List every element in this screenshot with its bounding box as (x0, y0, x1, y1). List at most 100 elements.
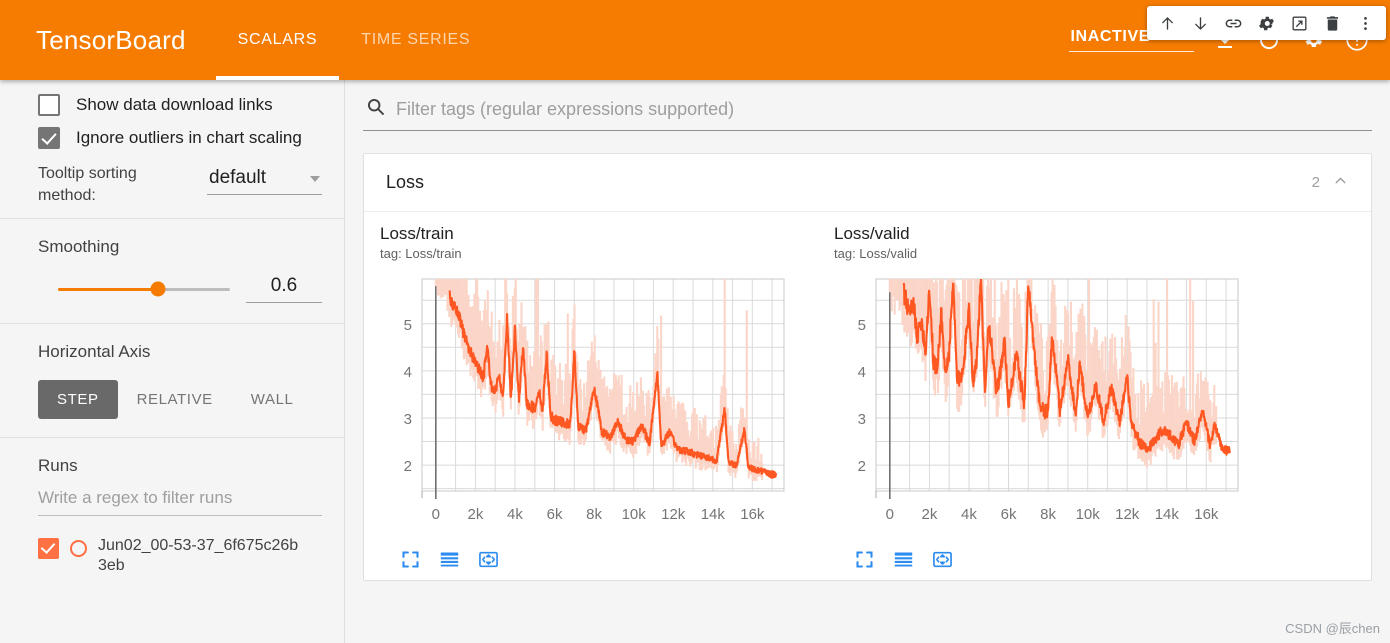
scalar-group-card: Loss 2 Loss/train tag: Loss/train 2 3 4 … (363, 153, 1372, 581)
smoothing-value-input[interactable]: 0.6 (246, 275, 322, 304)
checkbox-box[interactable] (38, 127, 60, 149)
svg-text:16k: 16k (740, 506, 765, 523)
svg-text:4k: 4k (961, 506, 977, 523)
svg-text:10k: 10k (1076, 506, 1101, 523)
chart-title: Loss/valid (834, 224, 910, 243)
svg-text:4k: 4k (507, 506, 523, 523)
run-checkbox[interactable] (38, 538, 59, 560)
data-table-icon[interactable] (893, 549, 914, 570)
chart-actions (834, 541, 1274, 570)
gear-icon[interactable] (1250, 8, 1283, 38)
svg-text:8k: 8k (586, 506, 602, 523)
svg-text:2: 2 (858, 458, 866, 475)
svg-text:16k: 16k (1194, 506, 1219, 523)
chart-tag: tag: Loss/valid (834, 246, 918, 261)
smoothing-block: Smoothing 0.6 (0, 219, 344, 323)
chart-plot-area[interactable]: 2 3 4 5 0 2k 4k 6k 8k 10k 12k 14k 16k (834, 271, 1274, 541)
charts-row: Loss/train tag: Loss/train 2 3 4 5 0 2k 4k 6k 8k… (364, 212, 1371, 580)
svg-text:2: 2 (404, 458, 412, 475)
tab-scalars-label: SCALARS (237, 31, 318, 48)
trash-icon[interactable] (1316, 8, 1349, 38)
checkbox-box[interactable] (38, 94, 60, 116)
tag-filter-bar[interactable]: Filter tags (regular expressions support… (363, 94, 1372, 131)
tab-scalars[interactable]: SCALARS (215, 0, 340, 80)
card-chart-count: 2 (1311, 174, 1320, 191)
arrow-down-icon[interactable] (1184, 8, 1217, 38)
horizontal-axis-title: Horizontal Axis (38, 342, 151, 362)
svg-text:12k: 12k (1115, 506, 1140, 523)
chevron-up-icon[interactable] (1332, 172, 1349, 193)
chart-title: Loss/train (380, 224, 454, 243)
expand-icon[interactable] (400, 549, 421, 570)
card-title: Loss (386, 172, 425, 192)
tooltip-sorting-row: Tooltip sorting method: default (38, 163, 322, 206)
hax-button-step[interactable]: STEP (38, 380, 118, 420)
svg-text:0: 0 (886, 506, 894, 523)
svg-text:12k: 12k (661, 506, 686, 523)
list-item[interactable]: Jun02_00-53-37_6f675c26b3eb (38, 536, 322, 576)
svg-text:4: 4 (858, 364, 866, 381)
svg-text:8k: 8k (1040, 506, 1056, 523)
app-body: Show data download links Ignore outliers… (0, 80, 1390, 643)
smoothing-slider[interactable] (58, 281, 230, 297)
checkbox-show-data-download-links[interactable]: Show data download links (38, 94, 322, 116)
chevron-down-icon (310, 176, 320, 182)
chart-card-loss-train: Loss/train tag: Loss/train 2 3 4 5 0 2k 4k 6k 8k… (380, 224, 820, 570)
chart-card-loss-valid: Loss/valid tag: Loss/valid 2 3 4 5 0 2k 4k 6k 8k… (834, 224, 1274, 570)
hax-button-relative[interactable]: RELATIVE (118, 380, 232, 419)
svg-text:5: 5 (858, 317, 866, 334)
settings-sidebar: Show data download links Ignore outliers… (0, 80, 345, 643)
tooltip-sorting-select[interactable]: default (207, 167, 322, 195)
chart-tag: tag: Loss/train (380, 246, 462, 261)
chart-actions (380, 541, 820, 570)
smoothing-row: 0.6 (38, 275, 322, 304)
app-header: TensorBoard SCALARS TIME SERIES INACTIVE (0, 0, 1390, 80)
run-color-swatch[interactable] (70, 540, 87, 558)
sidebar-options-block: Show data download links Ignore outliers… (0, 80, 344, 218)
run-name-label: Jun02_00-53-37_6f675c26b3eb (98, 537, 299, 575)
card-header-right: 2 (1312, 172, 1349, 193)
card-header-loss[interactable]: Loss 2 (364, 154, 1371, 212)
horizontal-axis-buttons: STEP RELATIVE WALL (38, 380, 322, 420)
floating-overlay-toolbar (1147, 6, 1386, 40)
checkbox-label: Ignore outliers in chart scaling (76, 128, 302, 147)
more-vertical-icon[interactable] (1349, 8, 1382, 38)
svg-text:10k: 10k (622, 506, 647, 523)
svg-text:6k: 6k (547, 506, 563, 523)
checkbox-ignore-outliers[interactable]: Ignore outliers in chart scaling (38, 127, 322, 149)
chart-plot-area[interactable]: 2 3 4 5 0 2k 4k 6k 8k 10k 12k 14k 16k (380, 271, 820, 541)
data-table-icon[interactable] (439, 549, 460, 570)
main-tabs: SCALARS TIME SERIES (215, 0, 493, 80)
chart-svg: 2 3 4 5 0 2k 4k 6k 8k 10k 12k 14k 16k (858, 278, 1239, 523)
runs-filter-input[interactable]: Write a regex to filter runs (38, 488, 322, 517)
smoothing-title: Smoothing (38, 237, 120, 257)
tooltip-sorting-label: Tooltip sorting method: (38, 165, 137, 204)
horizontal-axis-block: Horizontal Axis STEP RELATIVE WALL (0, 324, 344, 437)
svg-text:4: 4 (404, 364, 412, 381)
arrow-up-icon[interactable] (1151, 8, 1184, 38)
hax-button-wall[interactable]: WALL (232, 380, 313, 419)
run-status-label: INACTIVE (1070, 28, 1150, 45)
main-content: Filter tags (regular expressions support… (345, 80, 1390, 643)
link-icon[interactable] (1217, 8, 1250, 38)
checkbox-label: Show data download links (76, 95, 273, 114)
svg-text:2k: 2k (467, 506, 483, 523)
watermark: CSDN @辰chen (1285, 621, 1380, 636)
popout-window-icon[interactable] (1283, 8, 1316, 38)
tab-time-series[interactable]: TIME SERIES (339, 0, 492, 80)
fit-domain-icon[interactable] (932, 549, 953, 570)
tab-time-series-label: TIME SERIES (361, 31, 471, 48)
expand-icon[interactable] (854, 549, 875, 570)
tag-filter-input[interactable]: Filter tags (regular expressions support… (396, 99, 734, 120)
svg-text:3: 3 (858, 411, 866, 428)
fit-domain-icon[interactable] (478, 549, 499, 570)
slider-knob[interactable] (150, 281, 166, 297)
search-icon (365, 96, 386, 122)
app-brand: TensorBoard (36, 24, 186, 55)
svg-text:3: 3 (404, 411, 412, 428)
svg-text:14k: 14k (1155, 506, 1180, 523)
tooltip-sorting-value: default (209, 167, 267, 188)
svg-text:5: 5 (404, 317, 412, 334)
svg-text:0: 0 (432, 506, 440, 523)
runs-block: Runs Write a regex to filter runs Jun02_… (0, 438, 344, 588)
